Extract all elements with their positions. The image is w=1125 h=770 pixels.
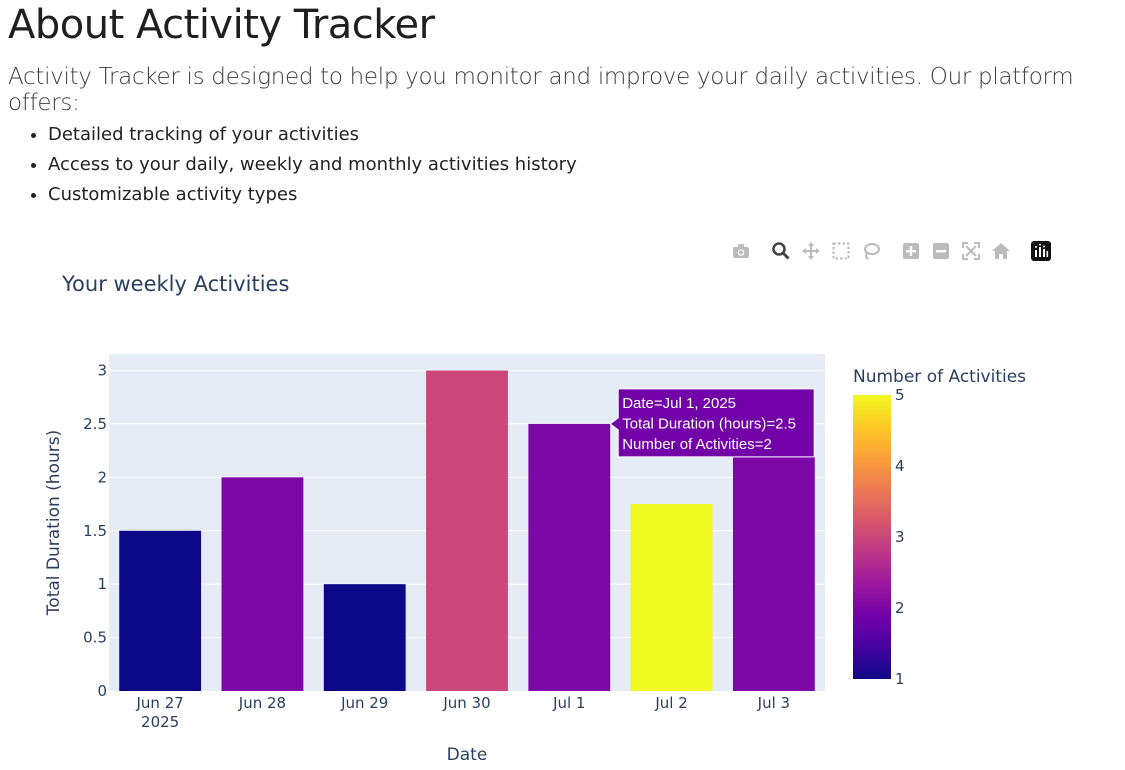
y-axis-label: Total Duration (hours) (44, 430, 64, 616)
page-title: About Activity Tracker (8, 2, 435, 48)
tooltip-line: Number of Activities=2 (622, 436, 772, 453)
feature-item: Customizable activity types (48, 180, 577, 210)
bar[interactable] (119, 530, 202, 691)
colorbar-tick-label: 3 (895, 528, 905, 546)
y-tick-label: 1 (97, 575, 107, 593)
x-tick-label: Jun 27 2025 (135, 694, 183, 731)
y-tick-label: 0.5 (83, 629, 107, 647)
x-tick-label: Jun 30 (442, 694, 490, 712)
y-tick-label: 3 (97, 362, 107, 380)
x-axis-label: Date (447, 745, 488, 765)
feature-list: Detailed tracking of your activities Acc… (26, 120, 577, 210)
bar[interactable] (221, 477, 304, 691)
x-tick-label: Jul 3 (757, 694, 790, 712)
x-axis-ticks: Jun 27 2025 Jun 28 Jun 29 Jun 30 Jul 1 Jul 2 Ju… (135, 694, 790, 731)
weekly-activities-chart: Your weekly Activities 0 0.5 1 1.5 2 2.5 3 Jun… (44, 272, 1026, 765)
colorbar-tick-label: 2 (895, 599, 905, 617)
colorbar-tick-label: 1 (895, 670, 905, 688)
colorbar (853, 395, 891, 679)
bar[interactable] (426, 370, 508, 692)
bar[interactable] (732, 455, 815, 691)
y-axis-ticks: 0 0.5 1 1.5 2 2.5 3 (83, 362, 107, 701)
colorbar-tick-label: 4 (895, 457, 905, 475)
y-tick-label: 2 (97, 468, 107, 486)
x-tick-label: Jul 2 (654, 694, 687, 712)
y-tick-label: 0 (97, 682, 107, 700)
y-tick-label: 2.5 (83, 415, 107, 433)
colorbar-title: Number of Activities (853, 367, 1026, 387)
colorbar-ticks: 1 2 3 4 5 (895, 386, 905, 688)
bar[interactable] (323, 584, 406, 691)
x-tick-label: Jun 28 (238, 694, 286, 712)
feature-item: Detailed tracking of your activities (48, 120, 577, 150)
bar[interactable] (528, 423, 611, 691)
hover-tooltip: Date=Jul 1, 2025 Total Duration (hours)=2… (609, 388, 815, 458)
colorbar-tick-label: 5 (895, 386, 905, 404)
x-tick-label: Jun 29 (340, 694, 388, 712)
chart-title: Your weekly Activities (61, 272, 289, 296)
y-tick-label: 1.5 (83, 522, 107, 540)
tooltip-line: Total Duration (hours)=2.5 (622, 415, 796, 432)
feature-item: Access to your daily, weekly and monthly… (48, 150, 577, 180)
bar[interactable] (630, 504, 713, 691)
tooltip-line: Date=Jul 1, 2025 (622, 395, 736, 412)
intro-text: Activity Tracker is designed to help you… (8, 64, 1074, 116)
x-tick-label: Jul 1 (552, 694, 585, 712)
